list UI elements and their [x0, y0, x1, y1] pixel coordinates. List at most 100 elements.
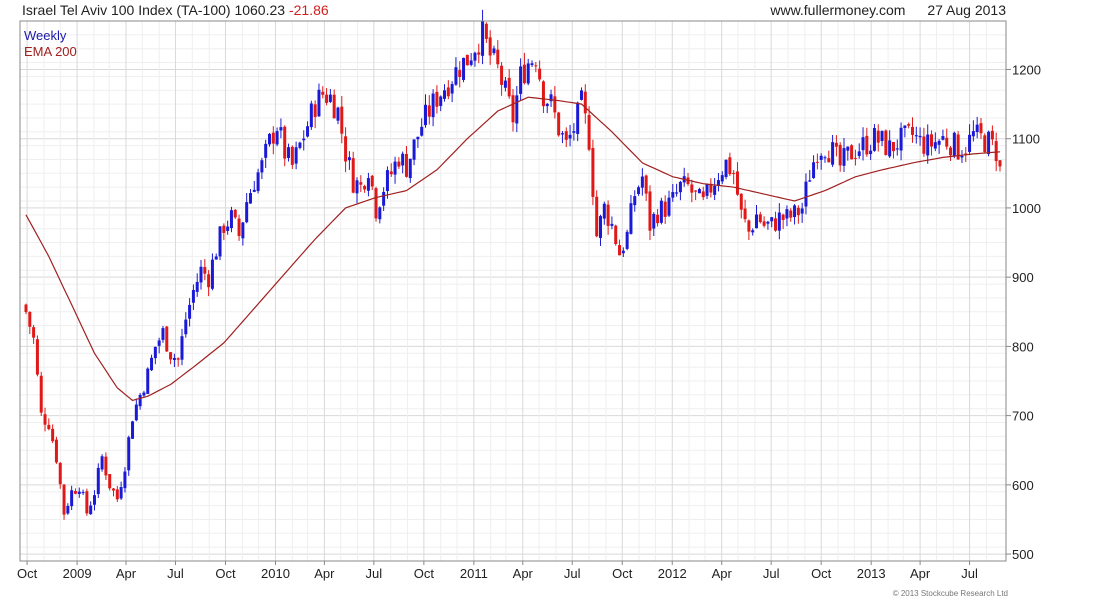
- candle-down: [815, 161, 819, 163]
- candle-down: [207, 274, 211, 288]
- x-tick-label: Jul: [366, 566, 383, 581]
- candle-up: [869, 150, 873, 155]
- candle-up: [576, 102, 580, 134]
- candle-down: [522, 64, 526, 84]
- candle-down: [176, 358, 180, 360]
- candle-down: [648, 191, 652, 231]
- candle-up: [971, 131, 975, 137]
- candle-down: [62, 484, 66, 515]
- candle-down: [979, 123, 983, 134]
- candle-down: [656, 214, 660, 224]
- candle-up: [560, 133, 564, 135]
- candle-down: [58, 462, 62, 485]
- candle-up: [264, 143, 268, 158]
- candle-up: [599, 216, 603, 238]
- candle-up: [298, 142, 302, 148]
- candle-up: [503, 80, 507, 88]
- candle-down: [587, 114, 591, 150]
- candle-up: [336, 107, 340, 121]
- candle-down: [169, 352, 173, 360]
- candle-up: [89, 505, 93, 515]
- candle-down: [233, 209, 237, 218]
- candle-up: [659, 200, 663, 223]
- candle-up: [401, 153, 405, 166]
- candle-down: [606, 204, 610, 226]
- candle-down: [564, 131, 568, 140]
- legend-ema: EMA 200: [24, 44, 77, 59]
- candle-down: [85, 491, 89, 514]
- candle-up: [880, 131, 884, 142]
- x-tick-label: Oct: [215, 566, 236, 581]
- candle-down: [112, 488, 116, 491]
- y-tick-label: 800: [1012, 339, 1034, 354]
- candle-down: [488, 37, 492, 56]
- candle-up: [161, 328, 165, 340]
- weekly-candles: [24, 9, 1002, 520]
- candle-up: [245, 202, 249, 223]
- candle-up: [572, 131, 576, 133]
- candle-up: [66, 505, 70, 514]
- candle-up: [412, 139, 416, 160]
- candle-up: [287, 147, 291, 158]
- x-tick-label: Apr: [513, 566, 534, 581]
- candle-up: [777, 212, 781, 231]
- candle-down: [397, 161, 401, 167]
- candle-up: [952, 132, 956, 157]
- candle-up: [92, 495, 96, 505]
- candle-up: [812, 162, 816, 179]
- x-tick-label: Oct: [612, 566, 633, 581]
- candle-up: [134, 404, 138, 421]
- candle-up: [713, 185, 717, 195]
- candle-down: [165, 326, 169, 352]
- candle-down: [500, 65, 504, 85]
- candle-up: [625, 231, 629, 249]
- candle-down: [51, 428, 55, 442]
- candle-up: [302, 138, 306, 141]
- candle-up: [492, 48, 496, 54]
- candle-down: [283, 126, 287, 159]
- candle-down: [865, 135, 869, 155]
- x-tick-label: Oct: [17, 566, 38, 581]
- candle-up: [347, 157, 351, 161]
- candle-down: [363, 186, 367, 190]
- candle-up: [937, 140, 941, 145]
- candle-down: [538, 68, 542, 80]
- candle-up: [306, 126, 310, 137]
- candle-down: [732, 172, 736, 174]
- candle-down: [496, 49, 500, 65]
- candle-down: [203, 267, 207, 274]
- candle-up: [804, 181, 808, 207]
- x-tick-label: Jul: [564, 566, 581, 581]
- candle-up: [831, 142, 835, 165]
- candle-down: [690, 184, 694, 193]
- candle-up: [77, 491, 81, 494]
- candle-up: [127, 437, 131, 471]
- candle-down: [591, 147, 595, 197]
- candle-down: [290, 146, 294, 165]
- candle-up: [393, 161, 397, 175]
- candle-up: [210, 259, 214, 289]
- candle-up: [933, 142, 937, 149]
- candle-up: [385, 170, 389, 192]
- candle-up: [975, 124, 979, 133]
- candle-up: [808, 180, 812, 182]
- candle-up: [119, 487, 123, 499]
- candle-down: [374, 188, 378, 219]
- candle-down: [271, 132, 275, 144]
- candle-down: [583, 91, 587, 114]
- candle-up: [188, 304, 192, 319]
- candle-up: [131, 421, 135, 439]
- candle-up: [720, 175, 724, 182]
- candle-down: [73, 491, 77, 494]
- x-tick-label: Oct: [811, 566, 832, 581]
- candle-down: [484, 23, 488, 39]
- y-tick-label: 1100: [1012, 132, 1040, 147]
- candle-down: [43, 414, 47, 425]
- candle-up: [218, 226, 222, 257]
- candle-down: [359, 182, 363, 185]
- candle-down: [477, 52, 481, 55]
- candle-up: [279, 127, 283, 131]
- candle-down: [332, 94, 336, 119]
- candle-up: [70, 490, 74, 507]
- candle-up: [515, 95, 519, 124]
